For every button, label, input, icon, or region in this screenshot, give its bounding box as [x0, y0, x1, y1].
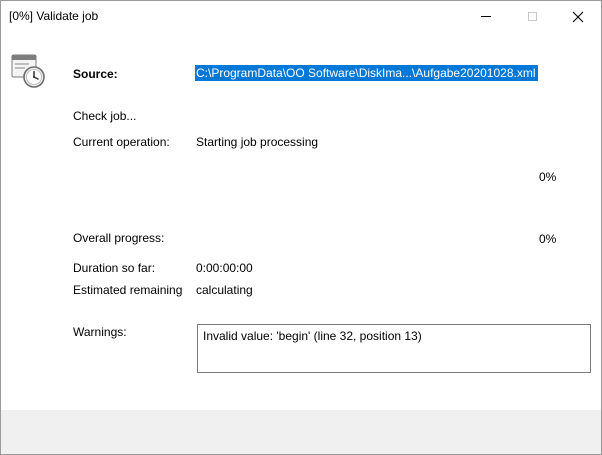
estimated-remaining-label: Estimated remaining — [73, 283, 183, 297]
close-button[interactable] — [555, 1, 601, 32]
current-operation-label: Current operation: — [73, 135, 170, 149]
window-title: [0%] Validate job — [9, 9, 99, 23]
maximize-icon — [527, 12, 537, 21]
scheduled-task-clock-icon — [11, 54, 45, 88]
duration-label: Duration so far: — [73, 261, 156, 275]
overall-progress-label: Overall progress: — [73, 231, 165, 245]
minimize-icon — [481, 16, 491, 17]
overall-progress-percent: 0% — [539, 232, 557, 246]
source-path-value[interactable]: C:\ProgramData\OO Software\DiskIma...\Au… — [195, 65, 538, 81]
title-bar[interactable]: [0%] Validate job — [1, 1, 601, 32]
warning-text: Invalid value: 'begin' (line 32, positio… — [203, 329, 422, 343]
minimize-button[interactable] — [463, 1, 509, 32]
footer-panel — [1, 410, 601, 454]
source-label: Source: — [73, 67, 118, 81]
warnings-label: Warnings: — [73, 325, 127, 339]
close-icon — [572, 11, 584, 22]
duration-value: 0:00:00:00 — [196, 261, 253, 275]
operation-progress-percent: 0% — [539, 170, 557, 184]
current-operation-value: Starting job processing — [196, 135, 319, 149]
estimated-remaining-value: calculating — [196, 283, 253, 297]
validate-job-window: [0%] Validate job Source: C:\ProgramData… — [0, 0, 602, 455]
warnings-textbox[interactable]: Invalid value: 'begin' (line 32, positio… — [197, 324, 591, 373]
maximize-button[interactable] — [509, 1, 555, 32]
check-job-status: Check job... — [73, 109, 137, 123]
